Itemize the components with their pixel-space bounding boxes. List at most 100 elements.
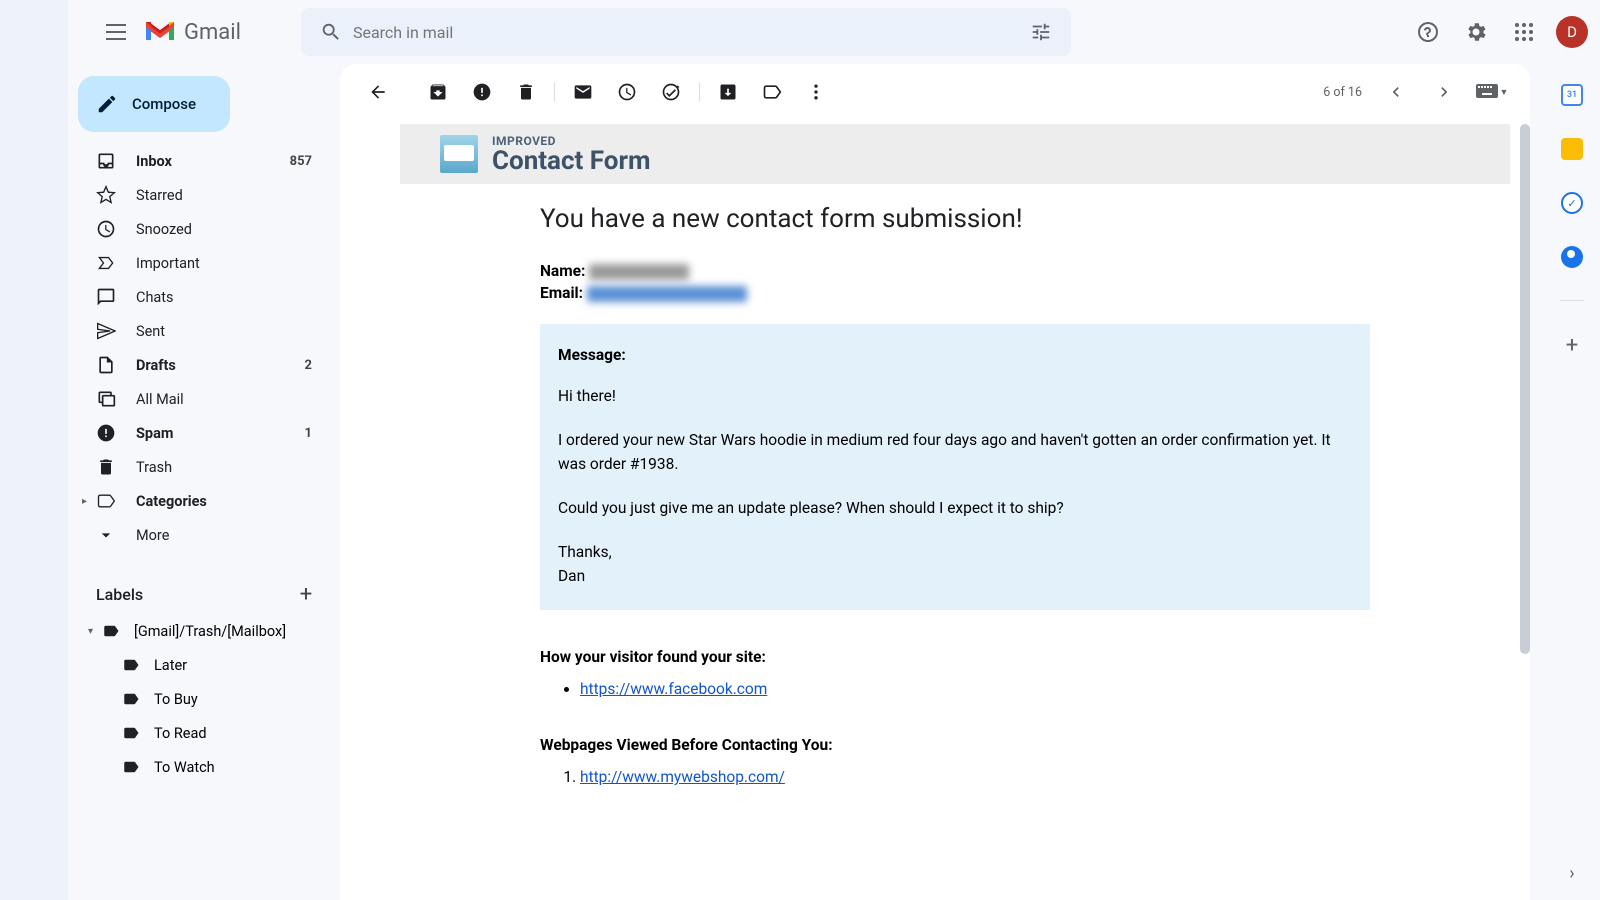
categories-icon [96,491,116,511]
nav-important[interactable]: Important [68,246,328,280]
nav-sent[interactable]: Sent [68,314,328,348]
keep-addon[interactable] [1561,138,1583,160]
tasks-addon[interactable] [1561,192,1583,214]
apps-grid-icon [1514,22,1534,42]
page-viewed-link[interactable]: http://www.mywebshop.com/ [580,768,785,786]
nav-snoozed[interactable]: Snoozed [68,212,328,246]
newer-button[interactable] [1374,72,1418,112]
gmail-logo-icon [144,20,176,44]
label-item[interactable]: To Read [68,716,340,750]
message-paragraph: Hi there! [558,384,1352,408]
nav-chats[interactable]: Chats [68,280,328,314]
more-vert-icon [806,82,826,102]
label-item[interactable]: Later [68,648,340,682]
allmail-icon [96,389,116,409]
search-input[interactable] [353,23,1019,42]
envelope-icon [440,135,478,173]
pencil-icon [96,93,118,115]
name-label: Name: [540,262,585,280]
spam-icon [96,423,116,443]
back-button[interactable] [356,72,400,112]
search-icon [320,21,342,43]
more-icon [96,525,116,545]
label-item[interactable]: To Buy [68,682,340,716]
banner-title: Contact Form [492,148,651,174]
label-icon [102,622,120,640]
get-addons-button[interactable]: + [1566,333,1578,358]
apps-button[interactable] [1504,12,1544,52]
add-label-button[interactable]: + [292,580,320,608]
gmail-logo[interactable]: Gmail [144,20,241,45]
label-icon [122,758,140,776]
search-options-button[interactable] [1019,10,1063,54]
clock-icon [96,219,116,239]
trash-icon [516,82,536,102]
chevron-right-icon [1434,82,1454,102]
message-label: Message: [558,346,1352,364]
email-content: IMPROVED Contact Form You have a new con… [340,120,1530,900]
search-button[interactable] [309,10,353,54]
sent-icon [96,321,116,341]
email-value-redacted [587,286,747,302]
nav-trash[interactable]: Trash [68,450,328,484]
support-button[interactable] [1408,12,1448,52]
nav-more[interactable]: More [68,518,328,552]
older-button[interactable] [1422,72,1466,112]
gmail-logo-text: Gmail [184,20,241,45]
tune-icon [1030,21,1052,43]
side-panel: + › [1544,64,1600,900]
label-icon [122,690,140,708]
calendar-addon[interactable] [1561,84,1583,106]
archive-button[interactable] [416,72,460,112]
clock-icon [617,82,637,102]
message-paragraph: Dan [558,567,585,585]
nav-all-mail[interactable]: All Mail [68,382,328,416]
nav-inbox[interactable]: Inbox857 [68,144,328,178]
report-spam-button[interactable] [460,72,504,112]
add-task-icon [661,82,681,102]
keyboard-icon [1476,84,1498,100]
label-item[interactable]: ▾[Gmail]/Trash/[Mailbox] [68,614,340,648]
move-to-button[interactable] [706,72,750,112]
main-menu-button[interactable] [92,8,140,56]
mail-icon [573,82,593,102]
trash-icon [96,457,116,477]
found-site-link[interactable]: https://www.facebook.com [580,680,767,698]
account-avatar[interactable]: D [1556,16,1588,48]
gear-icon [1464,20,1488,44]
mark-unread-button[interactable] [561,72,605,112]
nav-spam[interactable]: Spam1 [68,416,328,450]
separator [1560,300,1584,301]
settings-button[interactable] [1456,12,1496,52]
compose-label: Compose [132,95,196,113]
labels-button[interactable] [750,72,794,112]
labels-heading: Labels [96,585,143,604]
help-icon [1416,20,1440,44]
nav-drafts[interactable]: Drafts2 [68,348,328,382]
compose-button[interactable]: Compose [78,76,230,132]
email-label: Email: [540,284,583,302]
scrollbar[interactable] [1520,124,1530,654]
label-item[interactable]: To Watch [68,750,340,784]
search-bar[interactable] [301,8,1071,56]
nav-starred[interactable]: Starred [68,178,328,212]
snooze-button[interactable] [605,72,649,112]
hide-panel-button[interactable]: › [1569,863,1574,884]
pages-viewed-heading: Webpages Viewed Before Contacting You: [540,736,1370,754]
nav-categories[interactable]: ▸Categories [68,484,328,518]
contacts-addon[interactable] [1561,246,1583,268]
more-button[interactable] [794,72,838,112]
message-paragraph: Could you just give me an update please?… [558,496,1352,520]
message-toolbar: 6 of 16 ▼ [340,64,1530,120]
message-paragraph: I ordered your new Star Wars hoodie in m… [558,428,1352,476]
name-value-redacted [589,264,689,280]
input-tools-button[interactable]: ▼ [1470,72,1514,112]
add-to-tasks-button[interactable] [649,72,693,112]
move-to-icon [718,82,738,102]
label-icon [762,82,782,102]
back-arrow-icon [368,82,388,102]
label-icon [122,724,140,742]
draft-icon [96,355,116,375]
report-spam-icon [472,82,492,102]
delete-button[interactable] [504,72,548,112]
